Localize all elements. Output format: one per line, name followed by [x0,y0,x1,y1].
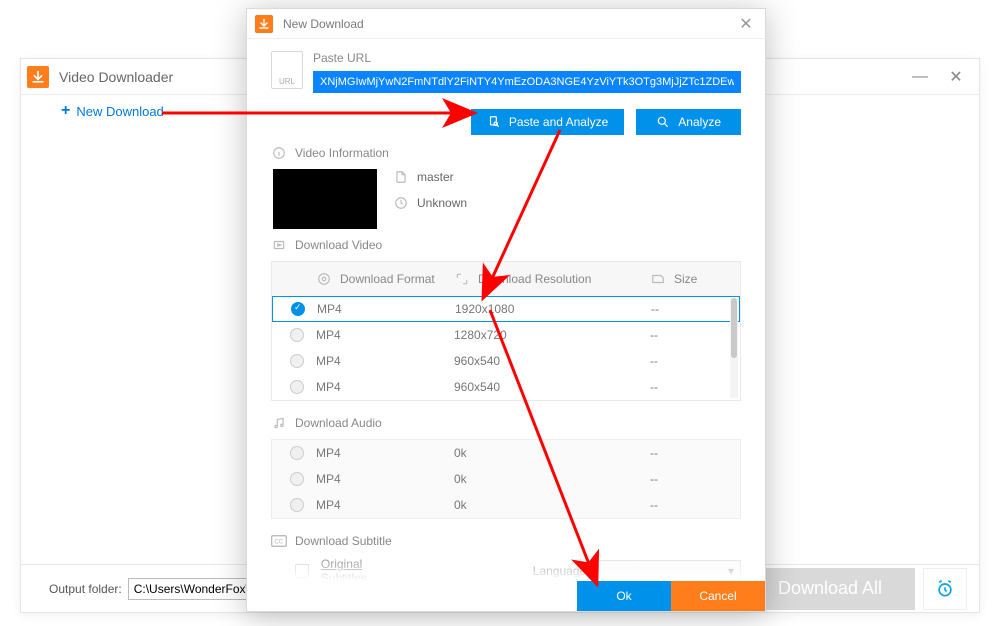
app-logo-icon [27,66,49,88]
radio-icon [290,380,304,394]
radio-icon [290,328,304,342]
cell-format: MP4 [316,472,448,486]
video-name: master [417,170,454,184]
paste-analyze-button[interactable]: Paste and Analyze [471,109,624,135]
cell-size: -- [627,302,739,316]
new-download-button[interactable]: + New Download [61,102,164,120]
paste-url-label: Paste URL [313,51,741,65]
analyze-button[interactable]: Analyze [636,109,741,135]
table-row[interactable]: MP40k-- [272,466,740,492]
radio-icon [290,446,304,460]
cell-format: MP4 [316,380,448,394]
video-table: Download Format Download Resolution Size… [271,261,741,401]
cell-resolution: 960x540 [448,380,626,394]
table-row[interactable]: MP4960x540-- [272,374,740,400]
download-video-label: Download Video [295,238,382,252]
cell-resolution: 1920x1080 [449,302,627,316]
cell-resolution: 960x540 [448,354,626,368]
video-thumbnail [273,169,377,229]
download-subtitle-heading: CC Download Subtitle [271,533,741,549]
output-folder-label: Output folder: [49,582,122,596]
col-size-label: Size [674,272,697,286]
cell-resolution: 0k [448,446,626,460]
url-input[interactable] [313,71,741,93]
dialog-body: URL Paste URL Paste and Analyze Analyze … [247,39,765,581]
video-table-scrollbar[interactable] [730,298,738,398]
radio-icon [290,354,304,368]
scrollbar-thumb[interactable] [731,298,737,358]
cell-format: MP4 [316,354,448,368]
cell-resolution: 1280x720 [448,328,626,342]
cell-size: -- [626,328,740,342]
download-video-heading: Download Video [271,237,741,253]
video-info-row: master Unknown [273,169,741,229]
download-all-button[interactable]: Download All [745,568,915,610]
dialog-close-button[interactable]: ✕ [735,13,757,35]
search-icon [656,115,670,129]
table-row[interactable]: MP4960x540-- [272,348,740,374]
cell-resolution: 0k [448,472,626,486]
language-select[interactable]: ▾ [598,560,741,581]
radio-icon [290,498,304,512]
cell-resolution: 0k [448,498,626,512]
dialog-footer: Ok Cancel [247,581,765,611]
new-download-dialog: New Download ✕ URL Paste URL Paste and A… [246,8,766,612]
radio-icon [290,472,304,486]
col-format-label: Download Format [340,272,435,286]
download-audio-label: Download Audio [295,416,382,430]
cell-size: -- [626,498,740,512]
download-audio-heading: Download Audio [271,415,741,431]
minimize-button[interactable]: — [911,68,929,86]
paste-analyze-label: Paste and Analyze [509,115,608,129]
plus-icon: + [61,102,70,120]
subtitle-row: Original Subtitles Language ▾ [295,557,741,581]
audio-icon [271,415,287,431]
table-row[interactable]: MP41280x720-- [272,322,740,348]
table-row[interactable]: MP40k-- [272,440,740,466]
svg-text:CC: CC [274,540,283,546]
close-window-button[interactable]: ✕ [947,68,965,86]
cell-format: MP4 [316,498,448,512]
cell-size: -- [626,380,740,394]
video-info-heading: Video Information [271,145,741,161]
cc-icon: CC [271,533,287,549]
dialog-header: New Download ✕ [247,9,765,39]
audio-table: MP40k--MP40k--MP40k-- [271,439,741,519]
cell-format: MP4 [317,302,449,316]
chevron-down-icon: ▾ [728,564,734,578]
cell-format: MP4 [316,446,448,460]
cell-format: MP4 [316,328,448,342]
video-table-head: Download Format Download Resolution Size [272,262,740,296]
cancel-button[interactable]: Cancel [671,581,765,611]
table-row[interactable]: MP41920x1080-- [272,296,740,322]
new-download-label: New Download [76,104,163,119]
cell-size: -- [626,472,740,486]
table-row[interactable]: MP40k-- [272,492,740,518]
url-file-icon: URL [271,51,303,89]
dialog-logo-icon [255,15,273,33]
original-subtitles-label: Original Subtitles [321,557,411,581]
download-subtitle-label: Download Subtitle [295,534,392,548]
cell-size: -- [626,354,740,368]
radio-icon [291,302,305,316]
analyze-label: Analyze [678,115,721,129]
ok-button[interactable]: Ok [577,581,671,611]
info-icon [271,145,287,161]
resolution-icon [454,271,470,287]
language-label: Language [533,564,586,578]
alarm-icon[interactable] [923,568,967,610]
col-res-label: Download Resolution [478,272,591,286]
video-info-label: Video Information [295,146,389,160]
clipboard-search-icon [487,115,501,129]
file-icon [393,169,409,185]
cell-size: -- [626,446,740,460]
video-icon [271,237,287,253]
size-icon [650,271,666,287]
video-duration: Unknown [417,196,467,210]
format-icon [316,271,332,287]
original-subtitles-checkbox[interactable] [295,564,309,578]
output-folder-input[interactable] [128,578,258,600]
dialog-title: New Download [283,17,735,31]
clock-icon [393,195,409,211]
